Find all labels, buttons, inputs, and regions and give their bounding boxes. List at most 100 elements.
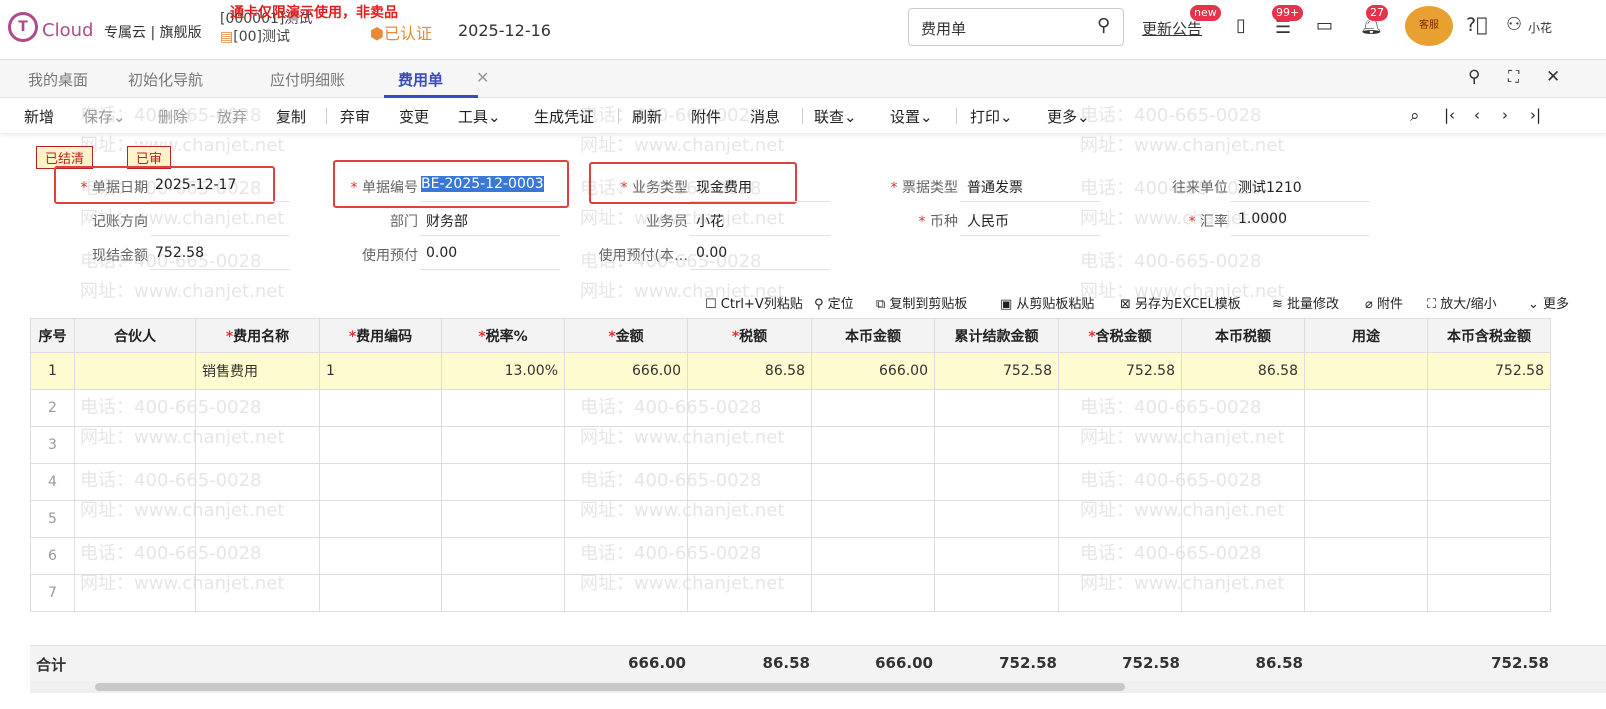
table-cell[interactable]: 86.58 bbox=[1181, 352, 1305, 390]
table-cell[interactable] bbox=[1304, 500, 1428, 538]
last-record-icon[interactable]: ›| bbox=[1530, 106, 1541, 124]
table-cell[interactable] bbox=[441, 537, 565, 575]
table-cell[interactable] bbox=[1181, 389, 1305, 427]
change-button[interactable]: 变更 bbox=[399, 106, 429, 127]
table-cell[interactable] bbox=[195, 500, 320, 538]
table-cell[interactable] bbox=[74, 574, 196, 612]
search-icon[interactable]: ⚲ bbox=[1097, 15, 1110, 36]
ctrl-v-paste-checkbox[interactable]: ☐ Ctrl+V列粘贴 bbox=[705, 293, 803, 312]
generate-voucher-button[interactable]: 生成凭证 bbox=[534, 106, 594, 127]
table-cell[interactable] bbox=[1181, 500, 1305, 538]
table-cell[interactable] bbox=[934, 389, 1059, 427]
table-cell[interactable] bbox=[74, 389, 196, 427]
user-name[interactable]: 小花 bbox=[1528, 19, 1552, 36]
announcement-link[interactable]: 更新公告 bbox=[1142, 18, 1202, 39]
table-cell[interactable]: 666.00 bbox=[811, 352, 935, 390]
settings-menu[interactable]: 设置⌄ bbox=[890, 106, 933, 127]
table-cell[interactable] bbox=[1058, 574, 1182, 612]
column-header[interactable]: 本币金额 bbox=[811, 318, 935, 353]
table-cell[interactable] bbox=[1181, 426, 1305, 464]
table-cell[interactable] bbox=[811, 463, 935, 501]
table-row[interactable]: 4 bbox=[30, 463, 1551, 501]
tab-expense-bill[interactable]: 费用单 bbox=[398, 69, 443, 90]
save-button[interactable]: 保存⌄ bbox=[83, 106, 126, 127]
next-record-icon[interactable]: › bbox=[1502, 106, 1508, 124]
copy-button[interactable]: 复制 bbox=[276, 106, 306, 127]
discard-button[interactable]: 放弃 bbox=[217, 106, 247, 127]
rate-field[interactable]: 1.0000 bbox=[1238, 211, 1287, 227]
column-header[interactable]: 本币含税金额 bbox=[1427, 318, 1551, 353]
help-icon[interactable]: ?⃝ bbox=[1466, 14, 1488, 36]
table-cell[interactable] bbox=[1181, 574, 1305, 612]
table-cell[interactable] bbox=[441, 389, 565, 427]
table-cell[interactable] bbox=[811, 389, 935, 427]
prepay-field[interactable]: 0.00 bbox=[426, 245, 457, 261]
date-field[interactable]: 2025-12-17 bbox=[155, 177, 236, 193]
staff-field[interactable]: 小花 bbox=[696, 211, 724, 231]
table-cell[interactable] bbox=[74, 426, 196, 464]
table-cell[interactable]: 752.58 bbox=[1427, 352, 1551, 390]
table-cell[interactable] bbox=[1058, 537, 1182, 575]
table-row[interactable]: 6 bbox=[30, 537, 1551, 575]
table-cell[interactable] bbox=[1304, 463, 1428, 501]
table-cell[interactable] bbox=[1181, 463, 1305, 501]
close-icon[interactable]: ✕ bbox=[1546, 67, 1560, 87]
table-cell[interactable] bbox=[811, 537, 935, 575]
table-cell[interactable] bbox=[564, 500, 688, 538]
tab-payable-ledger[interactable]: 应付明细账 bbox=[270, 69, 345, 90]
table-cell[interactable] bbox=[1427, 574, 1551, 612]
more-menu[interactable]: 更多⌄ bbox=[1047, 106, 1090, 127]
org-selector[interactable]: ▤[00]测试 bbox=[220, 26, 290, 46]
table-cell[interactable] bbox=[74, 352, 196, 390]
delete-button[interactable]: 删除 bbox=[158, 106, 188, 127]
copy-to-clipboard-button[interactable]: ⧉ 复制到剪贴板 bbox=[876, 293, 967, 312]
table-cell[interactable] bbox=[319, 426, 442, 464]
table-cell[interactable] bbox=[441, 463, 565, 501]
table-cell[interactable] bbox=[564, 574, 688, 612]
table-cell[interactable] bbox=[74, 537, 196, 575]
certified-badge[interactable]: ⬢已认证 bbox=[370, 20, 432, 44]
unaudit-button[interactable]: 弃审 bbox=[340, 106, 370, 127]
table-cell[interactable] bbox=[934, 426, 1059, 464]
prepay-local-field[interactable]: 0.00 bbox=[696, 245, 727, 261]
fullscreen-icon[interactable]: ⛶ bbox=[1508, 67, 1519, 87]
partner-field[interactable]: 测试1210 bbox=[1238, 177, 1302, 197]
table-cell[interactable] bbox=[811, 426, 935, 464]
table-cell[interactable] bbox=[1427, 426, 1551, 464]
currency-field[interactable]: 人民币 bbox=[967, 211, 1009, 231]
column-header[interactable]: *税率% bbox=[441, 318, 565, 353]
close-tab-icon[interactable]: ✕ bbox=[476, 68, 489, 87]
table-cell[interactable] bbox=[319, 500, 442, 538]
table-cell[interactable] bbox=[1304, 389, 1428, 427]
table-cell[interactable] bbox=[1058, 463, 1182, 501]
more-tools-button[interactable]: ⌄ 更多 bbox=[1528, 293, 1569, 312]
table-cell[interactable] bbox=[564, 463, 688, 501]
table-cell[interactable] bbox=[1427, 500, 1551, 538]
paste-from-clipboard-button[interactable]: ▣ 从剪贴板粘贴 bbox=[1000, 293, 1094, 312]
table-cell[interactable]: 752.58 bbox=[934, 352, 1059, 390]
table-cell[interactable] bbox=[441, 426, 565, 464]
invoice-type-field[interactable]: 普通发票 bbox=[967, 177, 1023, 197]
search-icon[interactable]: ⚲ bbox=[1468, 67, 1480, 87]
print-menu[interactable]: 打印⌄ bbox=[970, 106, 1013, 127]
table-row[interactable]: 3 bbox=[30, 426, 1551, 464]
column-header[interactable]: *费用名称 bbox=[195, 318, 320, 353]
message-icon[interactable]: ▭ bbox=[1316, 15, 1333, 36]
table-row[interactable]: 2 bbox=[30, 389, 1551, 427]
table-cell[interactable] bbox=[1304, 352, 1428, 390]
column-header[interactable]: 本币税额 bbox=[1181, 318, 1305, 353]
table-cell[interactable] bbox=[1427, 537, 1551, 575]
column-header[interactable]: 累计结款金额 bbox=[934, 318, 1059, 353]
code-field[interactable]: BE-2025-12-0003 bbox=[421, 176, 544, 192]
column-header[interactable]: *费用编码 bbox=[319, 318, 442, 353]
table-cell[interactable] bbox=[687, 500, 812, 538]
column-header[interactable]: *金额 bbox=[564, 318, 688, 353]
table-cell[interactable] bbox=[195, 537, 320, 575]
table-cell[interactable] bbox=[934, 537, 1059, 575]
column-header[interactable]: 用途 bbox=[1304, 318, 1428, 353]
table-cell[interactable] bbox=[319, 389, 442, 427]
search-input[interactable]: 费用单 ⚲ bbox=[908, 8, 1124, 46]
table-cell[interactable]: 销售费用 bbox=[195, 352, 320, 390]
table-cell[interactable] bbox=[74, 463, 196, 501]
cash-field[interactable]: 752.58 bbox=[155, 245, 204, 261]
